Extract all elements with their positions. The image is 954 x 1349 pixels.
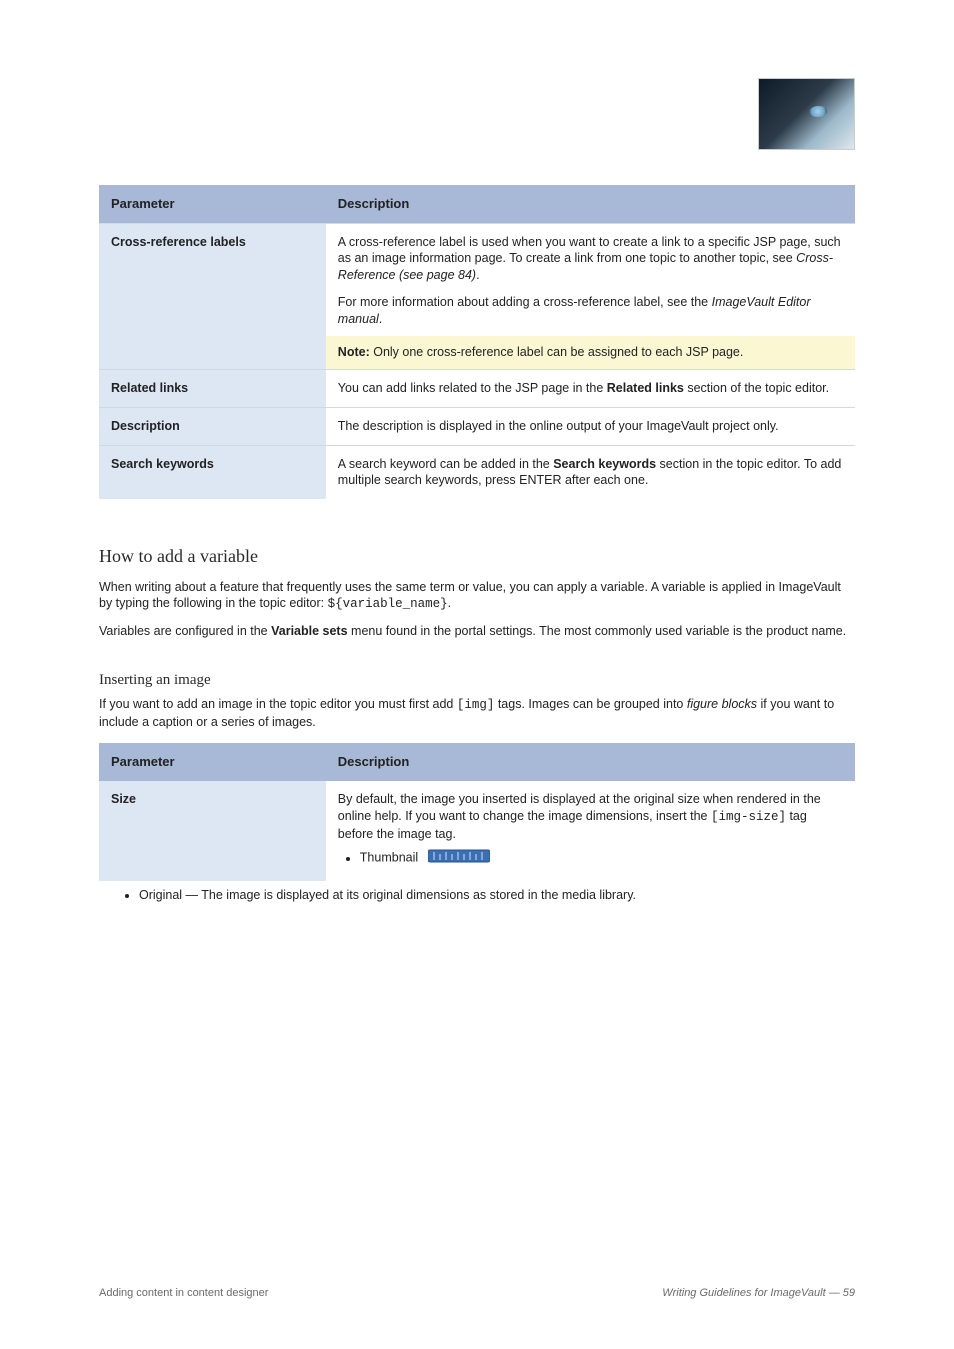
table2-header-param: Parameter <box>99 743 326 781</box>
param-cell: Description <box>99 407 326 445</box>
table-row: Description The description is displayed… <box>99 407 855 445</box>
note-label: Note: <box>338 345 370 359</box>
desc-cell: By default, the image you inserted is di… <box>326 781 855 882</box>
param-cell: Related links <box>99 369 326 407</box>
desc-cell: A cross-reference label is used when you… <box>326 223 855 369</box>
table1-header-param: Parameter <box>99 185 326 223</box>
list-item: Thumbnail <box>360 848 843 869</box>
param-cell: Search keywords <box>99 445 326 499</box>
desc-cell: A search keyword can be added in the Sea… <box>326 445 855 499</box>
page-footer: Adding content in content designer Writi… <box>99 1286 855 1301</box>
table1-header-desc: Description <box>326 185 855 223</box>
paragraph: If you want to add an image in the topic… <box>99 696 855 731</box>
section-heading-variable: How to add a variable <box>99 544 855 568</box>
table-row: Related links You can add links related … <box>99 369 855 407</box>
footer-right: Writing Guidelines for ImageVault — 59 <box>662 1286 855 1301</box>
paragraph: When writing about a feature that freque… <box>99 579 855 614</box>
footer-left: Adding content in content designer <box>99 1286 268 1301</box>
continuation-list: Original — The image is displayed at its… <box>99 887 855 904</box>
table-row: Cross-reference labels A cross-reference… <box>99 223 855 369</box>
ruler-icon <box>428 848 490 869</box>
parameters-table-2: Parameter Description Size By default, t… <box>99 743 855 881</box>
list-item: Original — The image is displayed at its… <box>139 887 855 904</box>
desc-cell: You can add links related to the JSP pag… <box>326 369 855 407</box>
note-box: Note: Only one cross-reference label can… <box>326 336 855 369</box>
table-row: Size By default, the image you inserted … <box>99 781 855 882</box>
param-cell: Cross-reference labels <box>99 223 326 369</box>
subsection-heading-image: Inserting an image <box>99 670 855 690</box>
desc-cell: The description is displayed in the onli… <box>326 407 855 445</box>
table-row: Search keywords A search keyword can be … <box>99 445 855 499</box>
logo-image <box>758 78 855 150</box>
parameters-table-1: Parameter Description Cross-reference la… <box>99 185 855 499</box>
table2-header-desc: Description <box>326 743 855 781</box>
param-cell: Size <box>99 781 326 882</box>
paragraph: Variables are configured in the Variable… <box>99 623 855 640</box>
